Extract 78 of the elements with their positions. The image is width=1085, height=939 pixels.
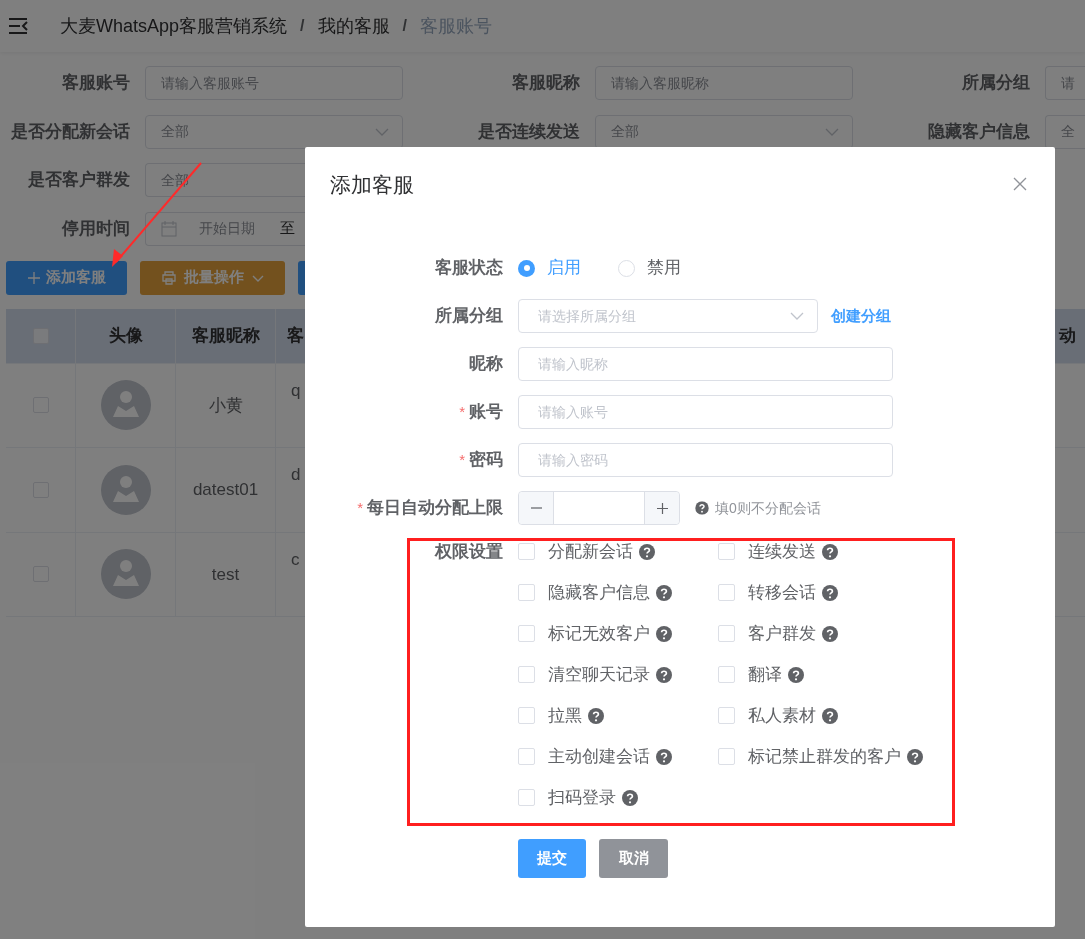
radio-option[interactable]: 禁用 (618, 255, 681, 281)
filter-label: 所属分组 (961, 72, 1030, 95)
table-cell: test (176, 532, 276, 616)
permission-checkbox[interactable]: 翻译 (718, 654, 948, 695)
permission-checkbox[interactable]: 标记禁止群发的客户 (718, 736, 948, 777)
help-icon (656, 748, 672, 765)
help-icon (622, 789, 638, 806)
field-label: 客服状态 (435, 257, 503, 280)
permission-checkbox[interactable]: 私人素材 (718, 695, 948, 736)
menu-icon[interactable] (8, 17, 28, 35)
breadcrumb-separator: / (402, 16, 407, 36)
avatar-icon (100, 549, 151, 600)
hint-text: 填0则不分配会话 (715, 498, 821, 518)
column-header: 头像 (76, 308, 176, 363)
field-label: 每日自动分配上限 (367, 497, 503, 520)
help-icon (656, 666, 672, 683)
permission-checkbox[interactable]: 扫码登录 (518, 777, 718, 818)
required-mark: * (357, 497, 363, 518)
required-mark: * (459, 449, 465, 470)
help-icon (695, 501, 709, 515)
table-cell-text: q (290, 379, 302, 402)
breadcrumb-separator: / (300, 16, 305, 36)
help-icon (639, 543, 655, 560)
filter-label: 是否分配新会话 (10, 120, 130, 143)
breadcrumb-item[interactable]: 我的客服 (317, 12, 390, 40)
required-mark: * (459, 401, 465, 422)
printer-icon (161, 270, 176, 285)
range-separator: 至 (280, 218, 295, 239)
filter-label: 客服账号 (61, 72, 130, 95)
calendar-icon (161, 220, 177, 237)
table-cell-text: c (290, 548, 301, 571)
field-label: 账号 (469, 401, 503, 424)
number-input[interactable] (518, 491, 680, 525)
help-icon (656, 625, 672, 642)
help-icon (656, 584, 672, 601)
plus-icon (656, 502, 668, 514)
permission-checkbox[interactable]: 拉黑 (518, 695, 718, 736)
permission-checkbox[interactable]: 主动创建会话 (518, 736, 718, 777)
field-label: 密码 (469, 449, 503, 472)
filter-label: 隐藏客户信息 (927, 120, 1030, 143)
column-header: 客 (286, 324, 305, 347)
table-cell: 小黄 (176, 363, 276, 447)
permission-checkbox[interactable]: 连续发送 (718, 531, 948, 572)
filter-label: 是否客户群发 (27, 169, 130, 192)
filter-label: 停用时间 (61, 217, 130, 240)
cancel-button[interactable]: 取消 (599, 839, 668, 878)
help-icon (907, 748, 923, 765)
permission-checkbox[interactable]: 标记无效客户 (518, 613, 718, 654)
close-icon (1013, 177, 1027, 191)
column-header: 客服昵称 (176, 308, 276, 363)
submit-button[interactable]: 提交 (518, 839, 586, 878)
column-header: 动 (1059, 324, 1077, 347)
avatar-icon (100, 380, 151, 431)
field-label: 所属分组 (435, 305, 503, 328)
create-group-link[interactable]: 创建分组 (831, 304, 891, 328)
help-icon (788, 666, 804, 683)
permission-checkbox[interactable]: 隐藏客户信息 (518, 572, 718, 613)
plus-icon (27, 271, 40, 284)
avatar-icon (100, 464, 151, 515)
table-cell: datest01 (176, 448, 276, 532)
field-label: 权限设置 (435, 540, 503, 563)
help-icon (822, 625, 838, 642)
table-cell-text: d (290, 464, 302, 486)
help-icon (822, 707, 838, 724)
permission-checkbox[interactable]: 清空聊天记录 (518, 654, 718, 695)
filter-label: 客服昵称 (511, 72, 580, 95)
help-icon (588, 707, 604, 724)
permission-checkbox[interactable]: 转移会话 (718, 572, 948, 613)
permission-checkbox[interactable]: 分配新会话 (518, 531, 718, 572)
help-icon (822, 584, 838, 601)
help-icon (822, 543, 838, 560)
input-field[interactable]: 请 (1045, 66, 1085, 100)
radio-option[interactable]: 启用 (518, 255, 581, 281)
filter-label: 是否连续发送 (477, 120, 580, 143)
dialog-title: 添加客服 (330, 172, 414, 198)
permission-checkbox[interactable]: 客户群发 (718, 613, 948, 654)
breadcrumb-item[interactable]: 大麦WhatsApp客服营销系统 (60, 12, 288, 40)
field-label: 昵称 (469, 353, 503, 376)
